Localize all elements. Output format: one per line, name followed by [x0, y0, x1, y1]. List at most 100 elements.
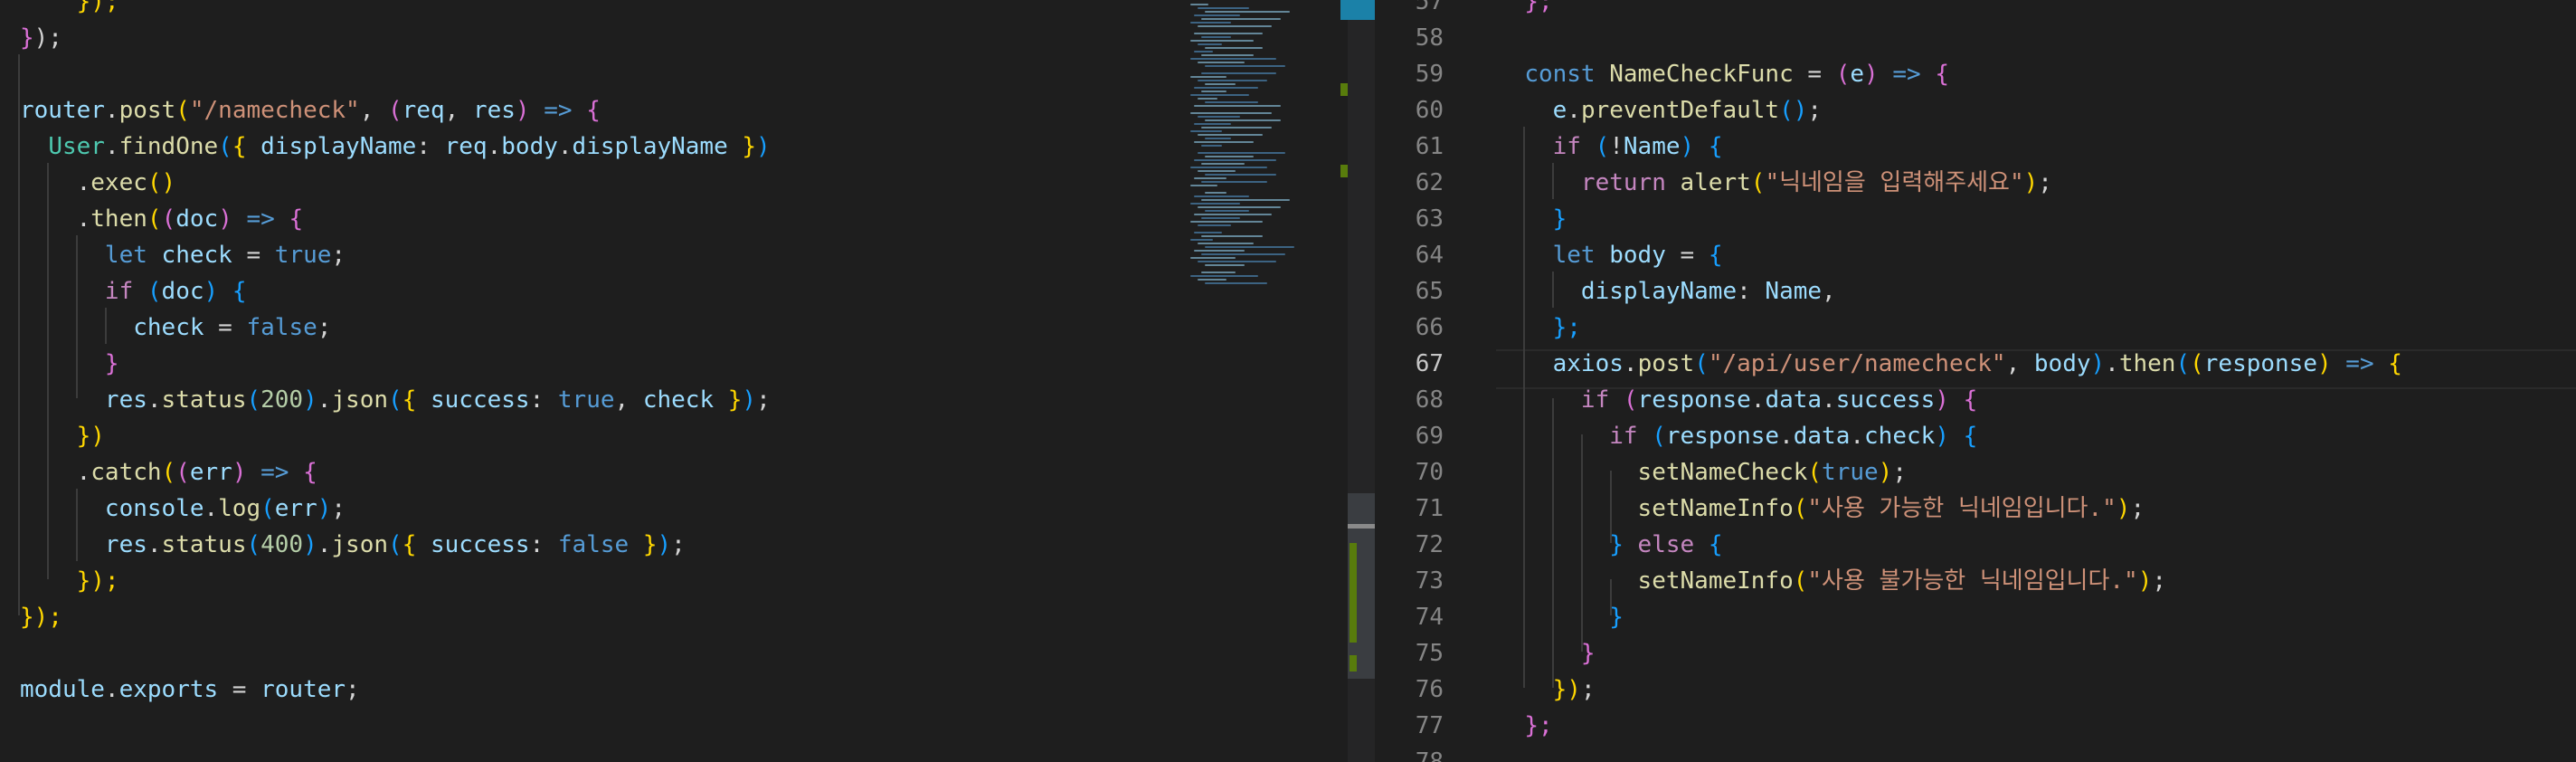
minimap-line [1198, 134, 1263, 136]
line-number: 58 [1415, 24, 1444, 52]
code-token: ( [1694, 350, 1709, 377]
code-token: } [1552, 205, 1567, 233]
code-line[interactable]: console.log(err); [0, 491, 1181, 527]
code-line[interactable]: } else { [1496, 527, 2576, 563]
minimap-line [1194, 159, 1276, 161]
code-line[interactable]: router.post("/namecheck", (req, res) => … [0, 92, 1181, 129]
code-line[interactable]: setNameInfo("사용 가능한 닉네임입니다."); [1496, 491, 2576, 527]
line-number: 74 [1415, 604, 1444, 631]
code-line[interactable]: setNameInfo("사용 불가능한 닉네임입니다."); [1496, 563, 2576, 599]
minimap-line [1201, 181, 1267, 183]
code-line[interactable]: }) [0, 418, 1181, 454]
code-token: ) [742, 386, 757, 414]
minimap[interactable] [1181, 0, 1348, 762]
minimap-line [1205, 83, 1236, 85]
code-line[interactable]: } [1496, 635, 2576, 672]
code-token: axios [1552, 350, 1624, 377]
code-token: ( [246, 531, 261, 558]
line-number: 71 [1415, 495, 1444, 522]
code-line[interactable]: e.preventDefault(); [1496, 92, 2576, 129]
minimap-line [1190, 112, 1272, 114]
code-line[interactable]: const NameCheckFunc = (e) => { [1496, 56, 2576, 92]
minimap-line [1205, 138, 1231, 139]
code-line[interactable] [1496, 20, 2576, 56]
minimap-line [1205, 174, 1276, 176]
code-token: . [104, 676, 119, 703]
code-line[interactable]: }; [1496, 310, 2576, 346]
code-token: ; [346, 676, 360, 703]
code-line[interactable]: check = false; [0, 310, 1181, 346]
code-line[interactable]: return alert("닉네임을 입력해주세요"); [1496, 165, 2576, 201]
code-token: true [1822, 459, 1879, 486]
minimap-line [1198, 224, 1231, 226]
minimap-line [1198, 80, 1267, 81]
code-token: ( [1623, 386, 1638, 414]
code-token: ) [2137, 567, 2153, 595]
code-token: { [402, 386, 431, 414]
code-line[interactable] [0, 635, 1181, 672]
code-token: preventDefault [1580, 97, 1780, 124]
editor-scrollbar[interactable] [1348, 0, 1375, 762]
code-line[interactable]: if (doc) { [0, 273, 1181, 310]
minimap-line [1205, 156, 1254, 157]
code-line[interactable]: res.status(200).json({ success: true, ch… [0, 382, 1181, 418]
code-line[interactable]: .catch((err) => { [0, 454, 1181, 491]
code-line[interactable]: }; [1496, 0, 2576, 20]
code-line[interactable]: }); [1496, 672, 2576, 708]
code-line[interactable]: let check = true; [0, 237, 1181, 273]
code-token: { [586, 97, 601, 124]
code-token: catch [90, 459, 162, 486]
code-line[interactable] [1496, 744, 2576, 762]
code-line[interactable]: }); [0, 599, 1181, 635]
code-line[interactable]: }; [1496, 708, 2576, 744]
code-line[interactable] [0, 56, 1181, 92]
code-line[interactable]: axios.post("/api/user/namecheck", body).… [1496, 346, 2576, 382]
code-token: router [20, 97, 105, 124]
code-token: . [104, 97, 119, 124]
code-line[interactable]: displayName: Name, [1496, 273, 2576, 310]
code-token: ( [2175, 350, 2191, 377]
code-line[interactable]: } [0, 346, 1181, 382]
code-token: ( [1750, 169, 1766, 196]
code-token: { [1963, 386, 1978, 414]
code-line[interactable]: setNameCheck(true); [1496, 454, 2576, 491]
code-token: }) [76, 423, 105, 450]
code-line[interactable]: .exec() [0, 165, 1181, 201]
code-line[interactable]: }); [0, 0, 1181, 20]
code-token: ( [260, 495, 275, 522]
code-line[interactable]: if (response.data.check) { [1496, 418, 2576, 454]
left-editor-pane[interactable]: });}); router.post("/namecheck", (req, re… [0, 0, 1181, 762]
code-token: res [104, 531, 147, 558]
code-line[interactable]: if (response.data.success) { [1496, 382, 2576, 418]
code-line[interactable]: .then((doc) => { [0, 201, 1181, 237]
code-line[interactable]: let body = { [1496, 237, 2576, 273]
code-token: doc [161, 278, 204, 305]
code-token: }); [76, 0, 119, 15]
line-number: 77 [1415, 712, 1444, 739]
code-line[interactable]: }); [0, 563, 1181, 599]
code-token: then [2118, 350, 2176, 377]
code-token: => [232, 205, 289, 233]
code-token: { [2388, 350, 2402, 377]
code-line[interactable]: } [1496, 599, 2576, 635]
code-line[interactable]: module.exports = router; [0, 672, 1181, 708]
code-token: NameCheckFunc [1609, 61, 1794, 88]
right-editor-pane[interactable]: }; const NameCheckFunc = (e) => { e.prev… [1496, 0, 2576, 762]
code-line[interactable]: }); [0, 20, 1181, 56]
code-line[interactable]: res.status(400).json({ success: false })… [0, 527, 1181, 563]
minimap-line [1190, 58, 1276, 60]
code-line[interactable]: if (!Name) { [1496, 129, 2576, 165]
code-token: } [1609, 604, 1624, 631]
code-token: json [331, 531, 389, 558]
code-token: . [20, 459, 91, 486]
line-number: 64 [1415, 242, 1444, 269]
code-line[interactable]: } [1496, 201, 2576, 237]
code-line[interactable]: User.findOne({ displayName: req.body.dis… [0, 129, 1181, 165]
